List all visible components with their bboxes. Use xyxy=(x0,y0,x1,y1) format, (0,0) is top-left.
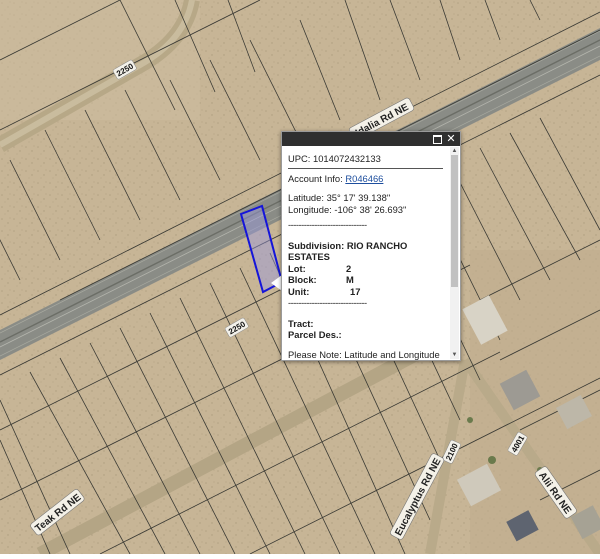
separator-1: ------------------------------ xyxy=(288,219,367,230)
close-icon: ✕ xyxy=(446,133,456,145)
popup-header: ✕ xyxy=(282,132,460,146)
parcel-info-popup: ✕ UPC: 1014072432133 Account Info: R0464… xyxy=(281,131,461,361)
longitude-text: Longitude: -106° 38' 26.693" xyxy=(288,203,407,215)
note-text: Please Note: Latitude and Longitude is t… xyxy=(288,348,440,360)
separator-2: ------------------------------ xyxy=(288,297,367,308)
lot-row: Lot: 2 xyxy=(288,263,443,275)
unit-label: Unit: xyxy=(288,285,310,297)
scroll-up-icon[interactable]: ▲ xyxy=(450,147,459,155)
popup-scrollbar[interactable]: ▲ ▼ xyxy=(450,147,459,359)
account-info-label: Account Info: xyxy=(288,172,343,184)
block-label: Block: xyxy=(288,274,317,285)
maximize-icon xyxy=(432,135,442,144)
subdivision-line-2: ESTATES xyxy=(288,251,330,262)
account-info-link[interactable]: R046466 xyxy=(345,173,383,184)
tract-text: Tract: xyxy=(288,317,314,329)
unit-row: Unit: 17 xyxy=(288,286,443,298)
scroll-thumb[interactable] xyxy=(451,155,458,287)
lot-label: Lot: xyxy=(288,262,306,274)
close-button[interactable]: ✕ xyxy=(445,133,457,145)
maximize-button[interactable] xyxy=(431,133,443,145)
divider xyxy=(288,167,443,169)
latitude-text: Latitude: 35° 17' 39.138" xyxy=(288,192,391,203)
block-row: Block: M xyxy=(288,274,443,286)
parcel-des-text: Parcel Des.: xyxy=(288,329,342,340)
scroll-down-icon[interactable]: ▼ xyxy=(450,351,459,359)
unit-value: 17 xyxy=(350,285,361,297)
block-value: M xyxy=(346,274,354,285)
account-info: Account Info: R046466 xyxy=(288,173,443,185)
upc-text: UPC: 1014072432133 xyxy=(288,153,381,164)
popup-content: UPC: 1014072432133 Account Info: R046466… xyxy=(282,147,449,360)
lot-value: 2 xyxy=(346,262,352,274)
subdivision-line-1: Subdivision: RIO RANCHO xyxy=(288,239,408,251)
